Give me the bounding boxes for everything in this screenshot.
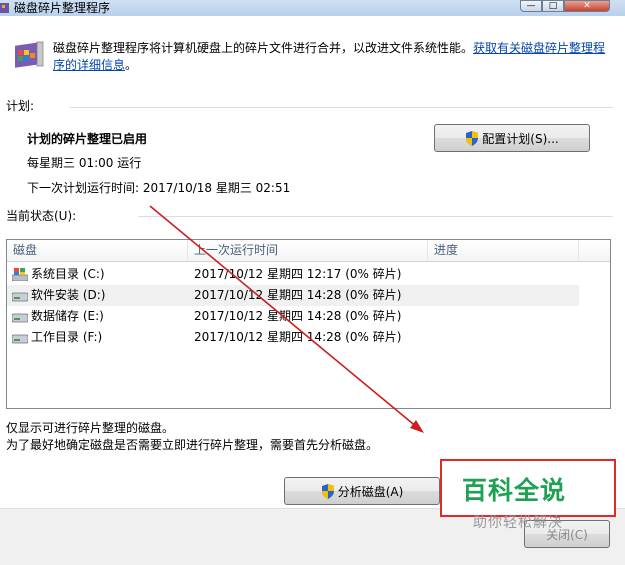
window-title: 磁盘碎片整理程序	[14, 1, 111, 15]
close-window-button[interactable]: ✕	[564, 0, 610, 12]
disk-name: 系统目录 (C:)	[31, 267, 105, 281]
uac-shield-icon	[321, 483, 334, 499]
schedule-status: 计划的碎片整理已启用	[27, 132, 148, 146]
disk-row-c[interactable]: 系统目录 (C:) 2017/10/12 星期四 12:17 (0% 碎片)	[7, 264, 579, 285]
configure-schedule-button[interactable]: 配置计划(S)...	[434, 124, 590, 152]
schedule-section-label: 计划:	[6, 99, 35, 113]
current-status-label: 当前状态(U):	[6, 209, 77, 223]
app-small-icon	[0, 3, 9, 13]
column-header-last-run[interactable]: 上一次运行时间	[188, 240, 428, 261]
defrag-app-icon	[15, 41, 44, 68]
status-divider	[138, 216, 613, 217]
disk-last-run: 2017/10/12 星期四 14:28 (0% 碎片)	[194, 309, 402, 323]
schedule-divider	[70, 107, 613, 108]
disk-last-run: 2017/10/12 星期四 12:17 (0% 碎片)	[194, 267, 402, 281]
note-analyze-first: 为了最好地确定磁盘是否需要立即进行碎片整理，需要首先分析磁盘。	[6, 438, 379, 452]
disk-last-run: 2017/10/12 星期四 14:28 (0% 碎片)	[194, 330, 402, 344]
disk-row-f[interactable]: 工作目录 (F:) 2017/10/12 星期四 14:28 (0% 碎片)	[7, 327, 579, 348]
analyze-disk-button[interactable]: 分析磁盘(A)	[284, 477, 440, 505]
help-link-text-2[interactable]: 序的详细信息	[53, 58, 125, 72]
disk-name: 数据储存 (E:)	[31, 309, 104, 323]
schedule-frequency: 每星期三 01:00 运行	[27, 156, 142, 170]
disk-row-d[interactable]: 软件安装 (D:) 2017/10/12 星期四 14:28 (0% 碎片)	[7, 285, 579, 306]
column-header-filler	[579, 240, 610, 261]
next-run-time: 下一次计划运行时间: 2017/10/18 星期三 02:51	[27, 181, 291, 195]
disk-row-e[interactable]: 数据储存 (E:) 2017/10/12 星期四 14:28 (0% 碎片)	[7, 306, 579, 327]
disk-name: 软件安装 (D:)	[31, 288, 106, 302]
intro-period: 。	[125, 58, 138, 72]
header-divider	[7, 261, 610, 262]
hard-drive-icon	[12, 292, 28, 302]
window-controls: — □ ✕	[520, 0, 610, 13]
maximize-button[interactable]: □	[542, 0, 564, 12]
uac-shield-icon	[466, 130, 479, 146]
disk-list[interactable]: 磁盘 上一次运行时间 进度 系统目录 (C:) 2017/10/12 星期四 1…	[6, 239, 611, 409]
intro-text: 磁盘碎片整理程序将计算机硬盘上的碎片文件进行合并，以改进文件系统性能。	[53, 41, 474, 55]
help-link-text-1[interactable]: 获取有关磁盘碎片整理程	[473, 41, 605, 55]
disk-last-run: 2017/10/12 星期四 14:28 (0% 碎片)	[194, 288, 402, 302]
note-defraggable-only: 仅显示可进行碎片整理的磁盘。	[6, 421, 175, 435]
column-header-progress[interactable]: 进度	[428, 240, 579, 261]
disk-name: 工作目录 (F:)	[31, 330, 103, 344]
intro-description: 磁盘碎片整理程序将计算机硬盘上的碎片文件进行合并，以改进文件系统性能。获取有关磁…	[53, 40, 613, 74]
column-header-disk[interactable]: 磁盘	[7, 240, 188, 261]
watermark-brand: 百科全说	[462, 476, 567, 505]
hard-drive-icon	[12, 334, 28, 344]
analyze-disk-label: 分析磁盘(A)	[337, 484, 404, 499]
system-drive-icon	[12, 268, 28, 281]
hard-drive-icon	[12, 313, 28, 323]
minimize-button[interactable]: —	[520, 0, 542, 12]
watermark-tagline: 助你轻松解决	[473, 515, 563, 531]
configure-schedule-label: 配置计划(S)...	[482, 131, 559, 146]
